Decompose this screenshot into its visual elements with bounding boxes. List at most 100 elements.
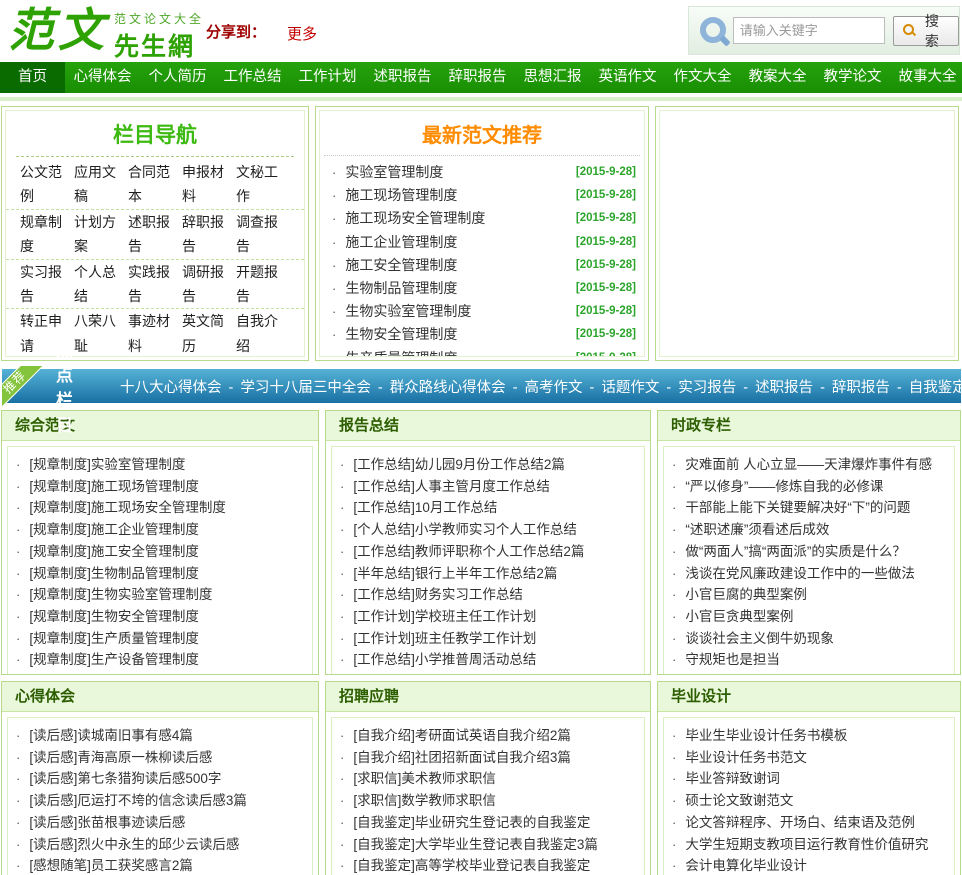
column-nav-link[interactable]: 合同范本: [128, 160, 182, 209]
nav-item-首页[interactable]: 首页: [0, 62, 65, 93]
nav-item-工作计划[interactable]: 工作计划: [290, 62, 365, 93]
article-link[interactable]: 硕士论文致谢范文: [685, 790, 793, 812]
column-nav-link[interactable]: 实践报告: [128, 260, 182, 309]
column-nav-link[interactable]: 述职报告: [128, 210, 182, 259]
article-link[interactable]: [半年总结]银行上半年工作总结2篇: [353, 563, 557, 585]
article-link[interactable]: [读后感]读城南旧事有感4篇: [29, 725, 193, 747]
latest-item-link[interactable]: 施工现场管理制度: [345, 184, 576, 207]
article-link[interactable]: 大学生短期支教项目运行教育性价值研究: [685, 834, 928, 856]
column-nav-link[interactable]: 应用文稿: [74, 160, 128, 209]
column-nav-link[interactable]: 事迹材料: [128, 309, 182, 356]
column-nav-link[interactable]: 八荣八耻: [74, 309, 128, 356]
latest-item-link[interactable]: 生物制品管理制度: [345, 277, 576, 300]
article-link[interactable]: [工作计划]学校班主任工作计划: [353, 606, 536, 628]
article-link[interactable]: [自我介绍]考研面试英语自我介绍2篇: [353, 725, 571, 747]
nav-item-故事大全[interactable]: 故事大全: [890, 62, 962, 93]
article-link[interactable]: 毕业生毕业设计任务书模板: [685, 725, 847, 747]
article-link[interactable]: [规章制度]实验室管理制度: [29, 454, 185, 476]
column-nav-link[interactable]: 规章制度: [20, 210, 74, 259]
article-link[interactable]: [工作计划]班主任教学工作计划: [353, 628, 536, 650]
column-nav-link[interactable]: 个人总结: [74, 260, 128, 309]
article-link[interactable]: [工作总结]幼儿园9月份工作总结2篇: [353, 454, 565, 476]
article-link[interactable]: [读后感]烈火中永生的邱少云读后感: [29, 834, 239, 856]
article-link[interactable]: [自我鉴定]大学毕业生登记表自我鉴定3篇: [353, 834, 598, 856]
column-nav-link[interactable]: 辞职报告: [182, 210, 236, 259]
column-nav-link[interactable]: 公文范例: [20, 160, 74, 209]
article-link[interactable]: 干部能上能下关键要解决好“下”的问题: [685, 497, 910, 519]
nav-item-述职报告[interactable]: 述职报告: [365, 62, 440, 93]
nav-item-工作总结[interactable]: 工作总结: [215, 62, 290, 93]
article-link[interactable]: [规章制度]施工企业管理制度: [29, 519, 199, 541]
nav-item-心得体会[interactable]: 心得体会: [65, 62, 140, 93]
hot-topic-link[interactable]: 述职报告: [755, 380, 813, 396]
latest-item-link[interactable]: 实验室管理制度: [345, 161, 576, 184]
article-link[interactable]: [规章制度]生产质量管理制度: [29, 628, 199, 650]
article-link[interactable]: [工作总结]小学推普周活动总结: [353, 649, 536, 671]
latest-item-link[interactable]: 生物实验室管理制度: [345, 300, 576, 323]
search-input[interactable]: [732, 17, 885, 44]
article-link[interactable]: [规章制度]生产设备管理制度: [29, 649, 199, 671]
share-more-link[interactable]: 更多: [287, 23, 317, 44]
article-link[interactable]: “述职述廉”须看述后成效: [685, 519, 829, 541]
hot-topic-link[interactable]: 话题作文: [601, 380, 659, 396]
article-link[interactable]: [求职信]数学教师求职信: [353, 790, 496, 812]
article-link[interactable]: [工作总结]教师评职称个人工作总结2篇: [353, 541, 584, 563]
hot-topic-link[interactable]: 高考作文: [525, 380, 583, 396]
column-nav-link[interactable]: 调研报告: [182, 260, 236, 309]
article-link[interactable]: [读后感]青海高原一株柳读后感: [29, 747, 212, 769]
article-link[interactable]: 小官巨贪典型案例: [685, 606, 793, 628]
article-link[interactable]: [规章制度]生物实验室管理制度: [29, 584, 212, 606]
nav-item-思想汇报[interactable]: 思想汇报: [515, 62, 590, 93]
site-logo[interactable]: 范文 范文论文大全 先生網: [8, 2, 204, 63]
article-link[interactable]: 毕业设计任务书范文: [685, 747, 807, 769]
article-link[interactable]: “严以修身”——修炼自我的必修课: [685, 476, 883, 498]
article-link[interactable]: [自我介绍]社团招新面试自我介绍3篇: [353, 747, 571, 769]
hot-topic-link[interactable]: 实习报告: [678, 380, 736, 396]
latest-item-link[interactable]: 生产质量管理制度: [345, 347, 576, 356]
nav-item-作文大全[interactable]: 作文大全: [665, 62, 740, 93]
column-nav-link[interactable]: 调查报告: [236, 210, 290, 259]
article-link[interactable]: 谈谈社会主义倒牛奶现象: [685, 628, 834, 650]
article-link[interactable]: [工作总结]财务实习工作总结: [353, 584, 523, 606]
article-link[interactable]: 浅谈在党风廉政建设工作中的一些做法: [685, 563, 915, 585]
search-button[interactable]: 搜索: [892, 13, 959, 49]
article-link[interactable]: [工作总结]人事主管月度工作总结: [353, 476, 550, 498]
article-link[interactable]: [规章制度]施工现场安全管理制度: [29, 497, 226, 519]
hot-topic-link[interactable]: 十八大心得体会: [120, 380, 222, 396]
hot-topic-link[interactable]: 辞职报告: [832, 380, 890, 396]
nav-item-英语作文[interactable]: 英语作文: [590, 62, 665, 93]
article-link[interactable]: 毕业答辩致谢词: [685, 768, 780, 790]
article-link[interactable]: [自我鉴定]高等学校毕业登记表自我鉴定: [353, 855, 590, 875]
article-link[interactable]: 守规矩也是担当: [685, 649, 780, 671]
article-link[interactable]: 灾难面前 人心立显——天津爆炸事件有感: [685, 454, 932, 476]
column-nav-link[interactable]: 申报材料: [182, 160, 236, 209]
article-link[interactable]: [读后感]厄运打不垮的信念读后感3篇: [29, 790, 247, 812]
latest-item-link[interactable]: 施工现场安全管理制度: [345, 207, 576, 230]
nav-item-辞职报告[interactable]: 辞职报告: [440, 62, 515, 93]
article-link[interactable]: [个人总结]小学教师实习个人工作总结: [353, 519, 577, 541]
article-link[interactable]: [规章制度]生物制品管理制度: [29, 563, 199, 585]
article-link[interactable]: [感想随笔]员工获奖感言2篇: [29, 855, 193, 875]
article-link[interactable]: [规章制度]施工安全管理制度: [29, 541, 199, 563]
column-nav-link[interactable]: 英文简历: [182, 309, 236, 356]
article-link[interactable]: 会计电算化毕业设计: [685, 855, 807, 875]
article-link[interactable]: 小官巨腐的典型案例: [685, 584, 807, 606]
latest-item-link[interactable]: 施工安全管理制度: [345, 254, 576, 277]
nav-item-个人简历[interactable]: 个人简历: [140, 62, 215, 93]
article-link[interactable]: 论文答辩程序、开场白、结束语及范例: [685, 812, 915, 834]
latest-item-link[interactable]: 生物安全管理制度: [345, 323, 576, 346]
article-link[interactable]: [自我鉴定]毕业研究生登记表的自我鉴定: [353, 812, 590, 834]
article-link[interactable]: 做“两面人”搞“两面派”的实质是什么？: [685, 541, 905, 563]
nav-item-教案大全[interactable]: 教案大全: [740, 62, 815, 93]
latest-item-link[interactable]: 施工企业管理制度: [345, 231, 576, 254]
hot-topic-link[interactable]: 群众路线心得体会: [390, 380, 506, 396]
article-link[interactable]: [规章制度]生物安全管理制度: [29, 606, 199, 628]
article-link[interactable]: [求职信]美术教师求职信: [353, 768, 496, 790]
article-link[interactable]: [读后感]张苗根事迹读后感: [29, 812, 185, 834]
column-nav-link[interactable]: 文秘工作: [236, 160, 290, 209]
article-link[interactable]: [工作总结]10月工作总结: [353, 497, 497, 519]
column-nav-link[interactable]: 实习报告: [20, 260, 74, 309]
column-nav-link[interactable]: 开题报告: [236, 260, 290, 309]
article-link[interactable]: [读后感]第七条猎狗读后感500字: [29, 768, 221, 790]
column-nav-link[interactable]: 自我介绍: [236, 309, 290, 356]
